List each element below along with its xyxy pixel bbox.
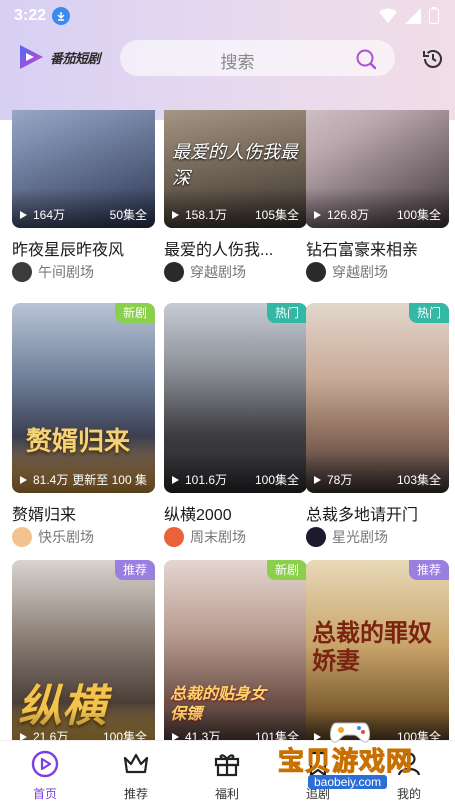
status-time: 3:22 bbox=[14, 7, 47, 24]
source-avatar bbox=[12, 262, 32, 282]
view-count: 101.6万 bbox=[185, 473, 228, 487]
episode-count: 更新至 100 集 bbox=[72, 473, 147, 487]
tab-label: 首页 bbox=[32, 787, 57, 801]
tab-welfare[interactable]: 福利 bbox=[192, 749, 262, 802]
drama-title[interactable]: 最爱的人伤我... bbox=[164, 236, 314, 260]
drama-source: 周末剧场 bbox=[164, 527, 246, 547]
source-avatar bbox=[164, 527, 184, 547]
search-icon[interactable] bbox=[355, 48, 377, 70]
drama-grid: 164万 50集全 昨夜星辰昨夜风 午间剧场 最爱的人伤我最深 158.1万 1… bbox=[0, 110, 455, 740]
download-icon bbox=[52, 7, 71, 25]
search-input[interactable]: 搜索 bbox=[120, 40, 395, 76]
view-count: 41.3万 bbox=[185, 730, 221, 740]
view-count: 21.6万 bbox=[33, 730, 69, 740]
tab-label: 福利 bbox=[214, 787, 239, 801]
drama-source: 快乐剧场 bbox=[12, 527, 94, 547]
poster-caption: 最爱的人伤我最深 bbox=[172, 142, 298, 188]
recommend-badge: 推荐 bbox=[114, 560, 155, 580]
view-count: 164万 bbox=[33, 208, 66, 222]
drama-poster[interactable]: 总裁的罪奴娇妻 推荐 100集全 bbox=[306, 560, 449, 740]
new-badge: 新剧 bbox=[114, 303, 155, 323]
drama-poster[interactable]: 热门 101.6万 100集全 bbox=[164, 303, 307, 493]
watermark-text: 宝贝游戏网 bbox=[277, 746, 414, 777]
new-badge: 新剧 bbox=[266, 560, 307, 580]
episode-count: 50集全 bbox=[109, 208, 147, 222]
drama-poster[interactable]: 最爱的人伤我最深 158.1万 105集全 bbox=[164, 110, 307, 228]
episode-count: 100集全 bbox=[102, 730, 147, 740]
play-icon bbox=[20, 210, 27, 219]
site-watermark: 宝贝游戏网 baobeiy.com bbox=[277, 715, 428, 795]
source-avatar bbox=[306, 262, 326, 282]
watermark-url: baobeiy.com bbox=[308, 775, 388, 789]
play-circle-icon bbox=[31, 750, 59, 778]
play-icon bbox=[20, 732, 27, 740]
app-header: 番茄短剧 搜索 bbox=[0, 40, 455, 84]
hot-badge: 热门 bbox=[408, 303, 449, 323]
episode-count: 100集全 bbox=[254, 473, 299, 487]
play-icon bbox=[172, 475, 179, 484]
drama-title[interactable]: 钻石富豪来相亲 bbox=[306, 236, 455, 260]
view-count: 81.4万 bbox=[33, 473, 69, 487]
drama-poster[interactable]: 164万 50集全 bbox=[12, 110, 155, 228]
wifi-icon bbox=[379, 8, 397, 23]
recommend-badge: 推荐 bbox=[408, 560, 449, 580]
drama-poster[interactable]: 热门 78万 103集全 bbox=[306, 303, 449, 493]
gift-icon bbox=[214, 754, 240, 777]
crown-icon bbox=[123, 753, 149, 774]
app-logo: 番茄短剧 bbox=[16, 42, 101, 72]
drama-title[interactable]: 昨夜星辰昨夜风 bbox=[12, 236, 162, 260]
logo-text: 番茄短剧 bbox=[50, 50, 101, 66]
search-placeholder: 搜索 bbox=[220, 53, 255, 72]
status-bar: 3:22 bbox=[0, 0, 455, 32]
drama-source: 午间剧场 bbox=[12, 262, 94, 282]
view-count: 158.1万 bbox=[185, 208, 228, 222]
episode-count: 103集全 bbox=[396, 473, 441, 487]
source-avatar bbox=[12, 527, 32, 547]
poster-caption: 总裁的罪奴娇妻 bbox=[312, 620, 432, 675]
drama-title[interactable]: 总裁多地请开门 bbox=[306, 501, 455, 525]
hot-badge: 热门 bbox=[266, 303, 307, 323]
tab-recommend[interactable]: 推荐 bbox=[101, 749, 171, 802]
play-icon bbox=[20, 475, 27, 484]
logo-play-icon bbox=[20, 45, 43, 69]
history-icon[interactable] bbox=[421, 47, 445, 71]
drama-poster[interactable]: 总裁的贴身女保镖 新剧 41.3万 101集全 bbox=[164, 560, 307, 740]
view-count: 78万 bbox=[327, 473, 353, 487]
drama-source: 穿越剧场 bbox=[164, 262, 246, 282]
play-icon bbox=[172, 210, 179, 219]
play-icon bbox=[314, 210, 321, 219]
play-icon bbox=[172, 732, 179, 740]
drama-poster[interactable]: 纵横 推荐 21.6万 100集全 bbox=[12, 560, 155, 740]
signal-icon bbox=[405, 7, 421, 24]
drama-poster[interactable]: 126.8万 100集全 bbox=[306, 110, 449, 228]
episode-count: 105集全 bbox=[254, 208, 299, 222]
tab-label: 推荐 bbox=[123, 787, 148, 801]
tab-home[interactable]: 首页 bbox=[10, 749, 80, 802]
drama-title[interactable]: 赘婿归来 bbox=[12, 501, 162, 525]
source-avatar bbox=[306, 527, 326, 547]
drama-source: 星光剧场 bbox=[306, 527, 388, 547]
battery-icon bbox=[429, 7, 439, 24]
drama-title[interactable]: 纵横2000 bbox=[164, 501, 314, 525]
drama-poster[interactable]: 赘婿归来 新剧 81.4万 更新至 100 集 bbox=[12, 303, 155, 493]
episode-count: 100集全 bbox=[396, 208, 441, 222]
source-avatar bbox=[164, 262, 184, 282]
view-count: 126.8万 bbox=[327, 208, 370, 222]
drama-source: 穿越剧场 bbox=[306, 262, 388, 282]
play-icon bbox=[314, 475, 321, 484]
